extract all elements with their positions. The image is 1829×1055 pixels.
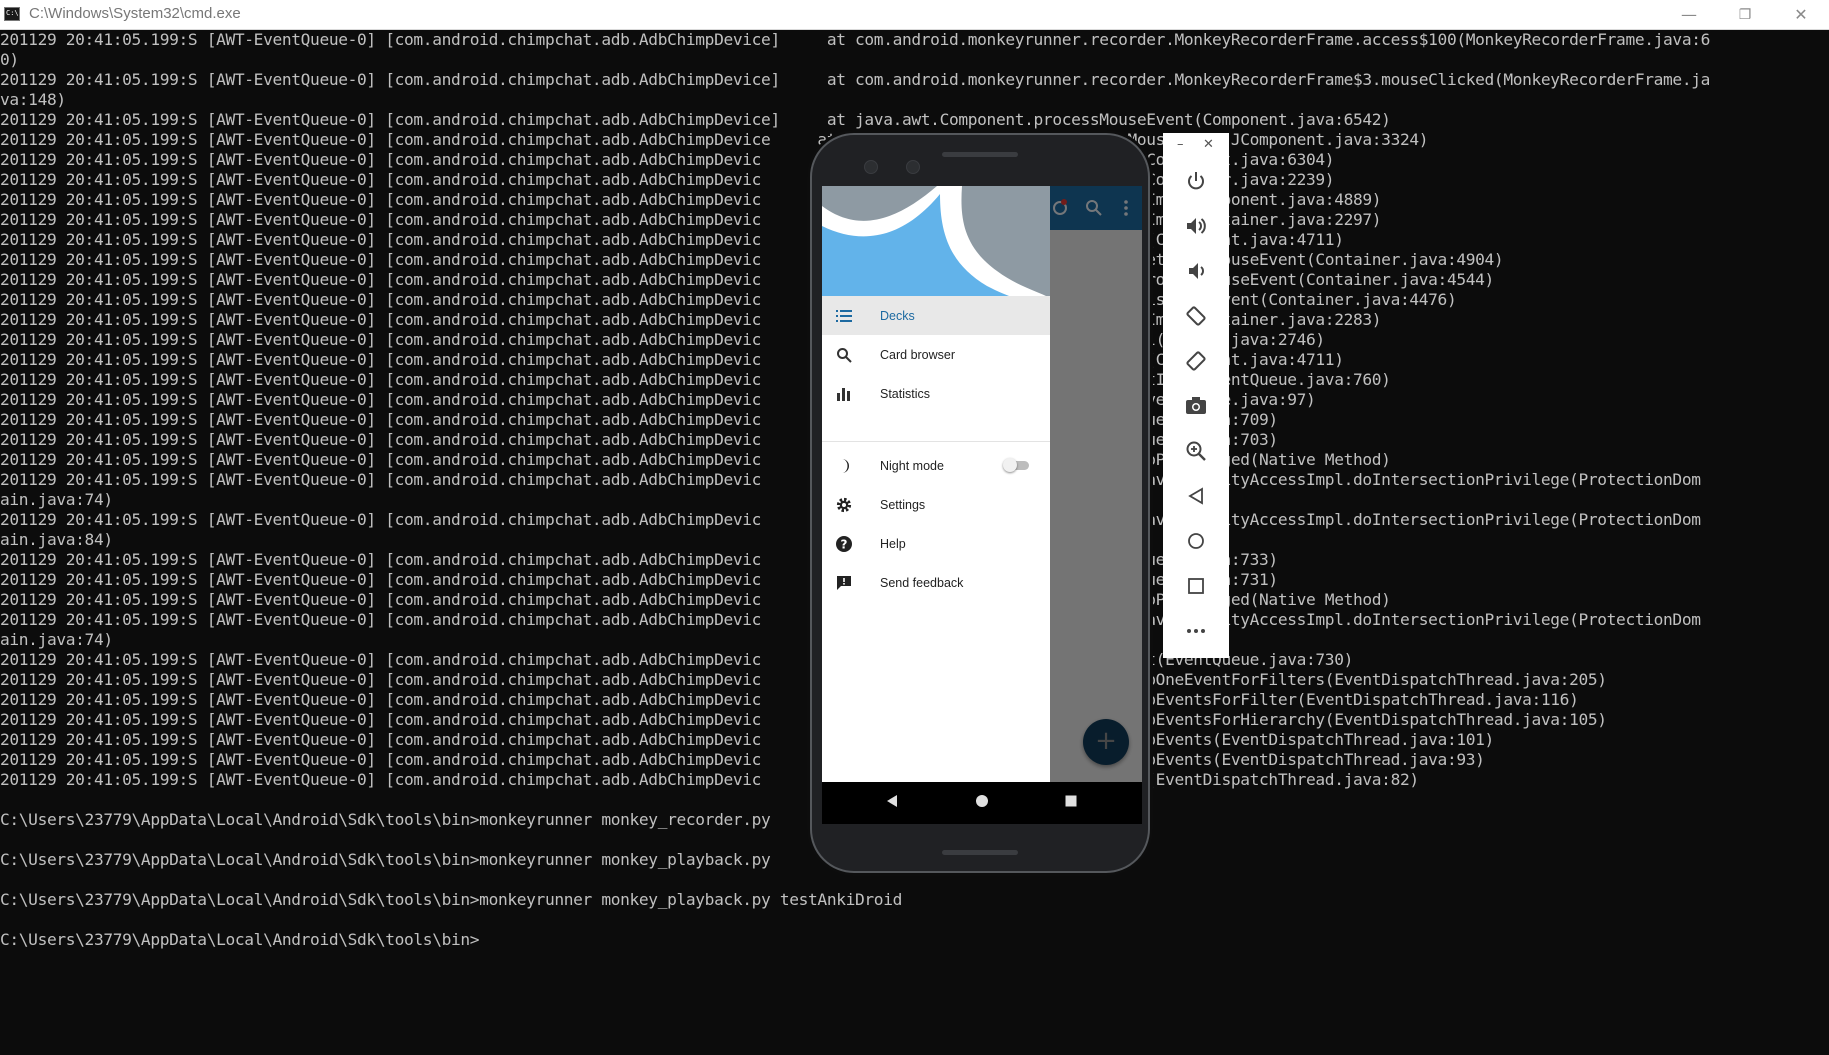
rotate-right-icon[interactable] bbox=[1182, 347, 1210, 375]
drawer-header-image bbox=[822, 186, 1050, 311]
terminal-line: 201129 20:41:05.199:S [AWT-EventQueue-0]… bbox=[0, 110, 1391, 129]
navigation-drawer: Decks Card browser Statistics Night mode… bbox=[822, 186, 1050, 782]
drawer-item-settings[interactable]: Settings bbox=[822, 485, 1050, 524]
back-icon[interactable] bbox=[1182, 482, 1210, 510]
drawer-item-label: Help bbox=[880, 536, 906, 551]
emulator-toolbar: – ✕ bbox=[1163, 133, 1229, 658]
drawer-item-label: Night mode bbox=[880, 458, 944, 473]
search-icon bbox=[833, 344, 855, 366]
list-icon bbox=[833, 305, 855, 327]
night-mode-toggle[interactable] bbox=[1003, 458, 1031, 472]
terminal-line: 0) bbox=[0, 50, 19, 69]
window-title: C:\Windows\System32\cmd.exe bbox=[29, 5, 241, 22]
drawer-item-label: Settings bbox=[880, 497, 926, 512]
close-button[interactable]: ✕ bbox=[1773, 0, 1829, 29]
bar-chart-icon bbox=[833, 383, 855, 405]
earpiece-speaker bbox=[942, 152, 1018, 157]
drawer-item-label: Decks bbox=[880, 308, 915, 323]
android-nav-bar bbox=[822, 782, 1142, 824]
terminal-line: va:148) bbox=[0, 90, 66, 109]
sensor-icon bbox=[906, 160, 920, 174]
emulator-minimize-button[interactable]: – bbox=[1177, 137, 1184, 152]
drawer-item-help[interactable]: ? Help bbox=[822, 524, 1050, 563]
gear-icon bbox=[833, 494, 855, 516]
terminal-line: C:\Users\23779\AppData\Local\Android\Sdk… bbox=[0, 890, 902, 909]
help-icon: ? bbox=[833, 533, 855, 555]
volume-up-icon[interactable] bbox=[1182, 212, 1210, 240]
front-camera-icon bbox=[864, 160, 878, 174]
bottom-speaker bbox=[942, 850, 1018, 855]
zoom-icon[interactable] bbox=[1182, 437, 1210, 465]
device-screen[interactable]: + Decks Card browser bbox=[822, 186, 1142, 824]
recents-icon[interactable] bbox=[1061, 793, 1081, 813]
back-icon[interactable] bbox=[882, 793, 902, 813]
rotate-left-icon[interactable] bbox=[1182, 302, 1210, 330]
emulator-close-button[interactable]: ✕ bbox=[1203, 137, 1214, 152]
emulator-phone: + Decks Card browser bbox=[810, 133, 1150, 873]
home-icon[interactable] bbox=[1182, 527, 1210, 555]
drawer-item-label: Card browser bbox=[880, 347, 956, 362]
drawer-item-send-feedback[interactable]: Send feedback bbox=[822, 563, 1050, 602]
minimize-button[interactable]: — bbox=[1661, 0, 1717, 29]
restore-button[interactable]: ❐ bbox=[1717, 0, 1773, 29]
volume-down-icon[interactable] bbox=[1182, 257, 1210, 285]
cmd-app-icon bbox=[4, 7, 20, 21]
terminal-line: C:\Users\23779\AppData\Local\Android\Sdk… bbox=[0, 930, 480, 949]
overview-icon[interactable] bbox=[1182, 572, 1210, 600]
title-bar: C:\Windows\System32\cmd.exe — ❐ ✕ bbox=[0, 0, 1829, 30]
feedback-icon bbox=[833, 572, 855, 594]
more-icon[interactable] bbox=[1182, 617, 1210, 645]
svg-text:?: ? bbox=[841, 537, 848, 551]
moon-icon bbox=[833, 455, 855, 477]
drawer-item-label: Statistics bbox=[880, 386, 931, 401]
drawer-item-statistics[interactable]: Statistics bbox=[822, 374, 1050, 413]
drawer-item-decks[interactable]: Decks bbox=[822, 296, 1050, 335]
terminal-line: 201129 20:41:05.199:S [AWT-EventQueue-0]… bbox=[0, 70, 1711, 89]
home-icon[interactable] bbox=[972, 793, 992, 813]
terminal-line: 201129 20:41:05.199:S [AWT-EventQueue-0]… bbox=[0, 30, 1711, 49]
power-icon[interactable] bbox=[1182, 167, 1210, 195]
drawer-item-card-browser[interactable]: Card browser bbox=[822, 335, 1050, 374]
toggle-knob bbox=[1003, 458, 1017, 472]
drawer-divider bbox=[822, 441, 1050, 442]
camera-icon[interactable] bbox=[1182, 392, 1210, 420]
drawer-item-label: Send feedback bbox=[880, 575, 964, 590]
